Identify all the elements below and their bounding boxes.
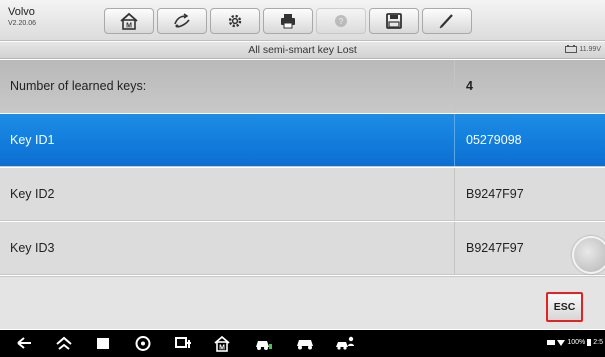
save-icon — [386, 13, 402, 29]
car-battery-icon — [565, 45, 578, 53]
learned-keys-row: Number of learned keys: 4 — [0, 60, 605, 113]
key-id-label: Key ID3 — [10, 241, 55, 255]
key-id-row[interactable]: Key ID1 05279098 — [0, 114, 605, 167]
key-id-value: B9247F97 — [466, 187, 524, 201]
column-divider — [454, 114, 455, 166]
vehicle-swap-icon — [174, 13, 190, 28]
recent-apps-icon[interactable] — [93, 335, 113, 352]
save-button[interactable] — [369, 8, 419, 34]
battery-icon — [587, 339, 592, 346]
key-id-label: Key ID2 — [10, 187, 55, 201]
screen-title: All semi-smart key Lost — [248, 44, 357, 56]
sub-header: All semi-smart key Lost 11.99V — [0, 42, 605, 59]
column-divider — [454, 222, 455, 274]
key-id-value: B9247F97 — [466, 241, 524, 255]
floating-assist-button[interactable] — [572, 236, 605, 274]
key-id-row[interactable]: Key ID2 B9247F97 — [0, 168, 605, 221]
wifi-icon — [557, 339, 566, 346]
remote-service-icon[interactable] — [335, 335, 355, 352]
print-icon — [281, 14, 295, 29]
home-icon-label: M — [126, 23, 132, 30]
esc-button[interactable]: ESC — [546, 292, 583, 322]
column-divider — [454, 60, 455, 112]
key-id-value: 05279098 — [466, 133, 522, 147]
column-divider — [454, 168, 455, 220]
system-status: 100% 2:5 — [547, 339, 603, 346]
help-button[interactable]: ? — [316, 8, 366, 34]
car-icon[interactable] — [295, 335, 315, 352]
settings-icon — [228, 14, 242, 28]
message-icon — [547, 340, 556, 345]
app-name-block: Volvo V2.20.06 — [8, 7, 36, 29]
learned-keys-value: 4 — [466, 79, 473, 93]
battery-percent: 100% — [567, 339, 586, 346]
print-button[interactable] — [263, 8, 313, 34]
action-bar — [0, 276, 605, 329]
help-icon: ? — [335, 15, 347, 27]
pen-icon — [439, 14, 453, 29]
app-name: Volvo — [8, 6, 35, 18]
vehicle-diagnostics-icon[interactable] — [254, 335, 274, 352]
connection-icon[interactable] — [173, 335, 193, 352]
home-nav-icon[interactable] — [54, 335, 74, 352]
key-id-label: Key ID1 — [10, 133, 55, 147]
key-id-row[interactable]: Key ID3 B9247F97 — [0, 222, 605, 275]
clock: 2:5 — [593, 339, 603, 346]
top-toolbar: Volvo V2.20.06 M ? — [0, 0, 605, 41]
system-navigation-bar: M 100% 2:5 — [0, 330, 605, 357]
maxisys-home-icon[interactable]: M — [212, 335, 232, 352]
back-icon[interactable] — [14, 335, 34, 352]
browser-icon[interactable] — [133, 335, 153, 352]
settings-button[interactable] — [210, 8, 260, 34]
home-button[interactable]: M — [104, 8, 154, 34]
app-version: V2.20.06 — [8, 20, 37, 27]
vehicle-swap-button[interactable] — [157, 8, 207, 34]
home-icon: M — [120, 12, 138, 30]
svg-text:M: M — [219, 345, 225, 352]
svg-text:?: ? — [339, 17, 344, 26]
pen-button[interactable] — [422, 8, 472, 34]
battery-voltage-indicator: 11.99V — [565, 45, 601, 53]
learned-keys-label: Number of learned keys: — [10, 79, 147, 93]
battery-voltage: 11.99V — [579, 45, 601, 53]
